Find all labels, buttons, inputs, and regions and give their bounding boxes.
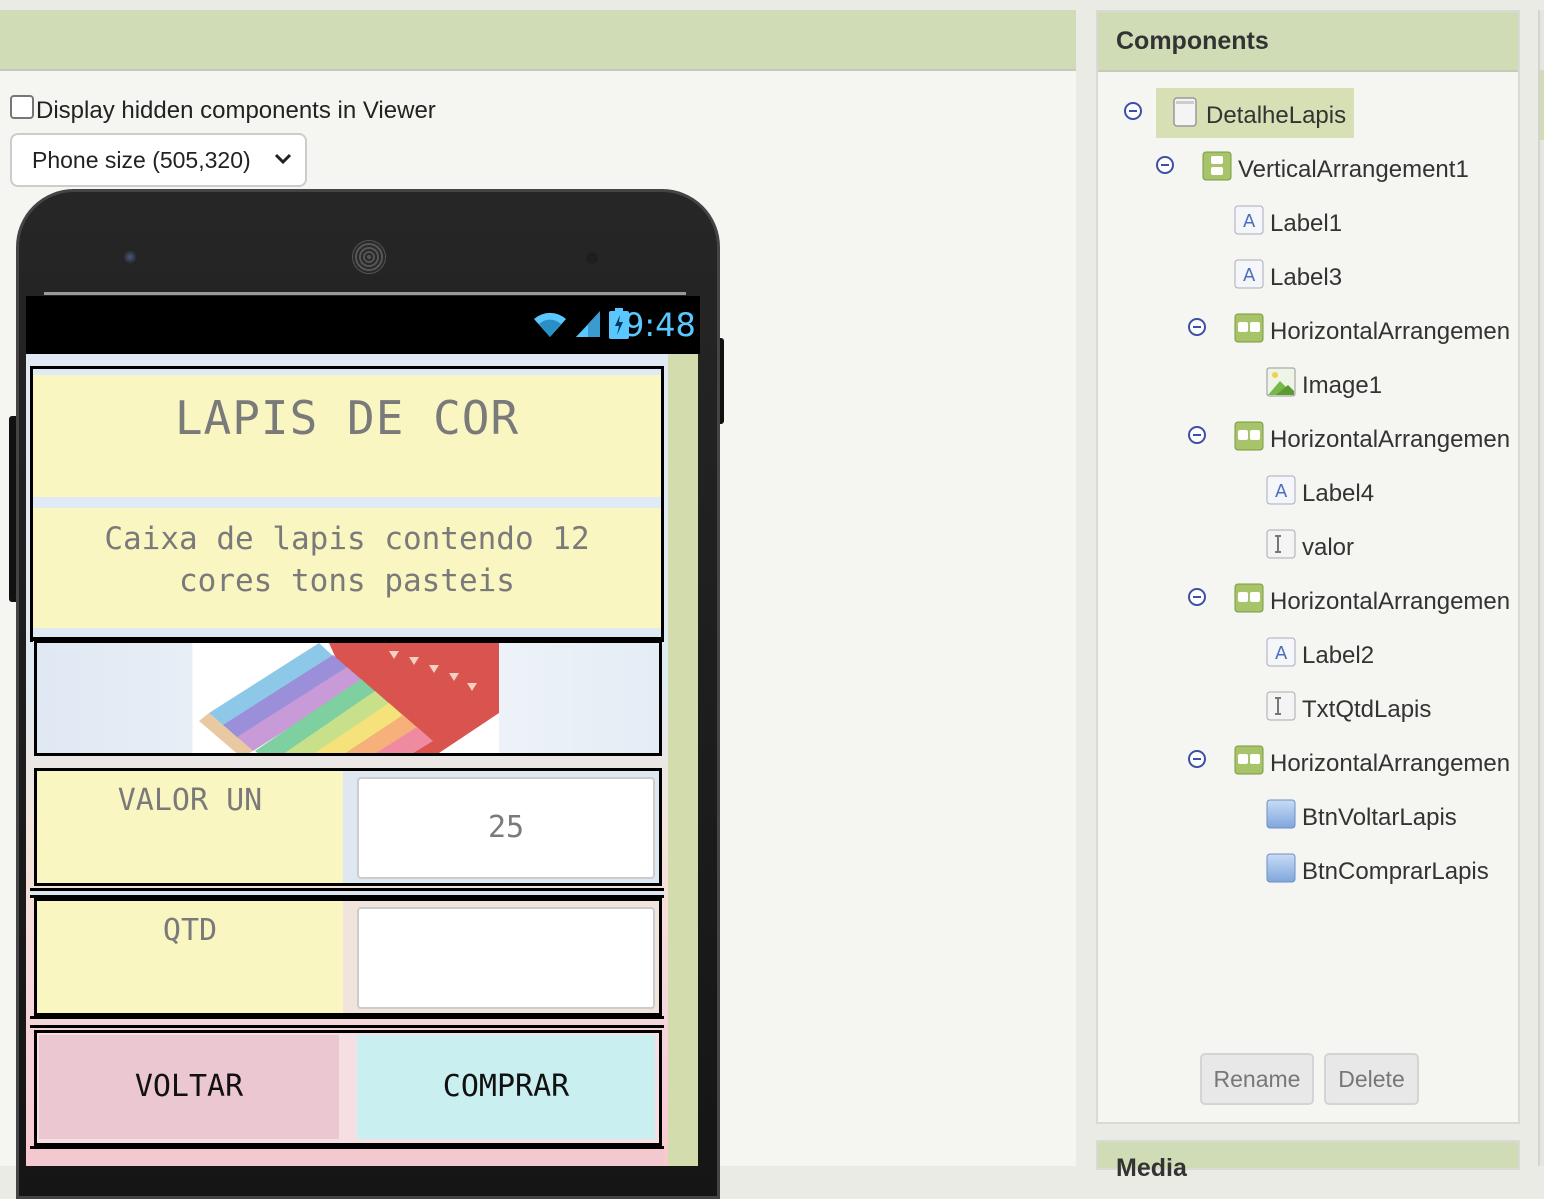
horizontal-arrangement-buttons: VOLTAR COMPRAR	[34, 1030, 662, 1146]
hidden-components-label: Display hidden components in Viewer	[36, 97, 436, 124]
screen-icon	[1173, 97, 1197, 127]
components-panel: Components DetalheLapis VerticalArrangem…	[1096, 10, 1520, 1124]
components-header: Components	[1098, 12, 1518, 72]
textbox-icon	[1266, 691, 1296, 721]
tree-item-btncomprarlapis[interactable]: BtnComprarLapis	[1266, 852, 1489, 892]
horizontal-arrangement-valor: VALOR UN 25	[34, 768, 662, 886]
qtd-textbox[interactable]	[357, 907, 655, 1009]
collapse-toggle-icon[interactable]	[1188, 588, 1206, 606]
qtd-label[interactable]: QTD	[37, 901, 343, 1013]
right-panel-edge-header	[1540, 70, 1544, 140]
horizontal-arrangement-icon	[1234, 421, 1264, 451]
tree-item-image1[interactable]: Image1	[1266, 366, 1382, 406]
tree-item-label4[interactable]: A Label4	[1266, 474, 1374, 514]
button-icon	[1266, 799, 1296, 829]
label-icon: A	[1234, 259, 1264, 289]
phone-camera-icon	[122, 249, 138, 265]
phone-sensor-icon	[586, 252, 598, 264]
wifi-icon	[534, 312, 566, 337]
tree-item-btnvoltarlapis[interactable]: BtnVoltarLapis	[1266, 798, 1457, 838]
subtitle-line: cores tons pasteis	[179, 563, 515, 599]
svg-text:A: A	[1275, 481, 1288, 502]
horizontal-arrangement-icon	[1234, 745, 1264, 775]
bottom-strip	[30, 1146, 664, 1166]
collapse-toggle-icon[interactable]	[1156, 156, 1174, 174]
label-icon: A	[1266, 475, 1296, 505]
viewer-header	[0, 10, 1076, 71]
screen-scrollbar[interactable]	[668, 354, 698, 1166]
tree-item-label3[interactable]: A Label3	[1234, 258, 1342, 298]
valor-textbox[interactable]: 25	[357, 777, 655, 879]
status-time: 9:48	[624, 306, 696, 344]
svg-text:A: A	[1243, 211, 1256, 232]
components-title: Components	[1116, 27, 1269, 55]
horizontal-arrangement-qtd: QTD	[34, 898, 662, 1016]
media-title: Media	[1116, 1154, 1187, 1182]
label-icon: A	[1234, 205, 1264, 235]
subtitle-label[interactable]: Caixa de lapis contendo 12 cores tons pa…	[33, 508, 661, 628]
phone-screen-edge	[44, 292, 686, 295]
label-icon: A	[1266, 637, 1296, 667]
tree-item-label2[interactable]: A Label2	[1266, 636, 1374, 676]
hidden-components-row[interactable]: Display hidden components in Viewer	[10, 95, 436, 126]
phone-status-bar: 9:48	[26, 296, 700, 354]
tree-item-verticalarrangement1[interactable]: VerticalArrangement1	[1202, 150, 1469, 190]
tree-item-txtqtdlapis[interactable]: TxtQtdLapis	[1266, 690, 1431, 730]
divider	[30, 1016, 664, 1028]
svg-text:A: A	[1243, 265, 1256, 286]
tree-item-valor[interactable]: valor	[1266, 528, 1354, 568]
rename-button[interactable]: Rename	[1200, 1053, 1314, 1105]
svg-text:A: A	[1275, 643, 1288, 664]
horizontal-arrangement-icon	[1234, 313, 1264, 343]
title-label[interactable]: LAPIS DE COR	[33, 375, 661, 497]
tree-item-detalhelapis[interactable]: DetalheLapis	[1170, 96, 1346, 136]
delete-button[interactable]: Delete	[1324, 1053, 1419, 1105]
collapse-toggle-icon[interactable]	[1188, 426, 1206, 444]
image-icon	[1266, 367, 1296, 397]
collapse-toggle-icon[interactable]	[1188, 750, 1206, 768]
tree-item-horizontalarrangement[interactable]: HorizontalArrangemen	[1234, 582, 1510, 622]
divider	[30, 888, 664, 898]
phone-size-select[interactable]: Phone size (505,320)	[10, 133, 307, 187]
tree-item-horizontalarrangement[interactable]: HorizontalArrangemen	[1234, 312, 1510, 352]
signal-icon	[576, 311, 600, 337]
tree-item-horizontalarrangement[interactable]: HorizontalArrangemen	[1234, 420, 1510, 460]
valor-label[interactable]: VALOR UN	[37, 771, 343, 883]
horizontal-arrangement-image[interactable]	[34, 640, 662, 756]
textbox-icon	[1266, 529, 1296, 559]
subtitle-line: Caixa de lapis contendo 12	[104, 521, 590, 557]
voltar-button[interactable]: VOLTAR	[39, 1035, 339, 1139]
tree-item-horizontalarrangement[interactable]: HorizontalArrangemen	[1234, 744, 1510, 784]
comprar-button[interactable]: COMPRAR	[357, 1035, 655, 1139]
right-panel-edge	[1538, 10, 1544, 1166]
collapse-toggle-icon[interactable]	[1188, 318, 1206, 336]
colored-pencils-image[interactable]	[199, 643, 499, 753]
chevron-down-icon	[274, 153, 292, 165]
app-screen: LAPIS DE COR Caixa de lapis contendo 12 …	[26, 354, 668, 1166]
tree-item-label1[interactable]: A Label1	[1234, 204, 1342, 244]
button-icon	[1266, 853, 1296, 883]
phone-size-value: Phone size (505,320)	[32, 146, 251, 173]
collapse-toggle-icon[interactable]	[1124, 102, 1142, 120]
hidden-components-checkbox[interactable]	[10, 95, 34, 119]
horizontal-arrangement-icon	[1234, 583, 1264, 613]
phone-speaker-icon	[352, 240, 386, 274]
vertical-arrangement-icon	[1202, 151, 1232, 181]
